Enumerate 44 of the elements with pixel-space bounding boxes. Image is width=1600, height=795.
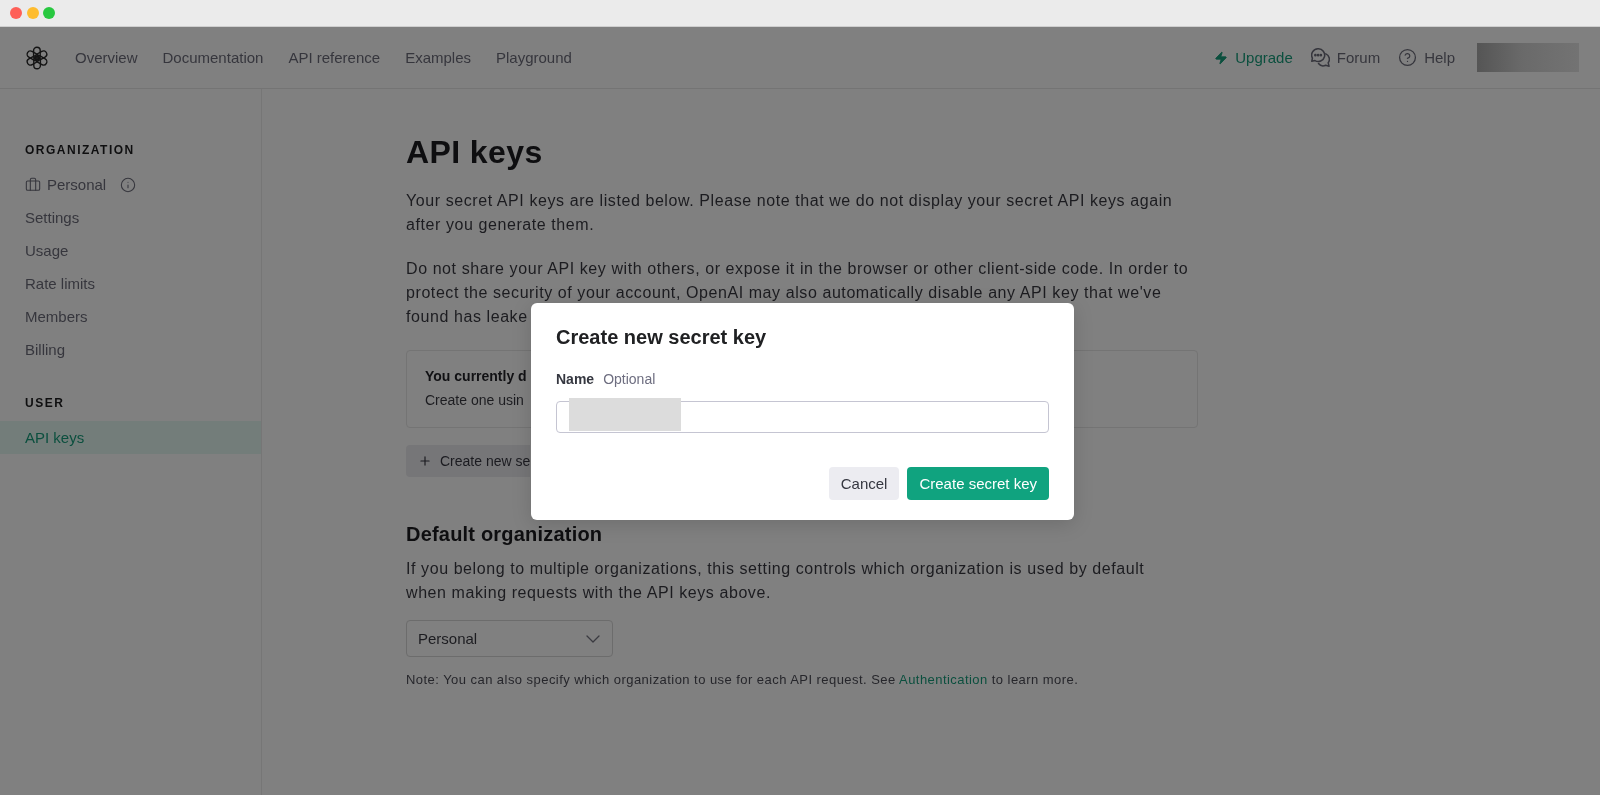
plus-icon [418,454,432,468]
info-icon[interactable] [120,176,137,193]
window-zoom-button[interactable] [43,7,55,19]
logo-icon[interactable] [25,45,49,70]
sidebar-item[interactable]: API keys [0,421,261,454]
sidebar-item[interactable]: Usage [0,234,261,267]
section-heading: ORGANIZATION [25,142,135,158]
window-close-button[interactable] [10,7,22,19]
note-text: Note: You can also specify which organization to use for each API request. See Authentication to learn more. [406,672,1079,688]
chat-bubbles-icon [1310,48,1330,67]
notice-text: Create one usin [425,391,524,410]
field-hint: Optional [603,371,656,387]
sidebar-item[interactable]: Billing [0,333,261,366]
warning-text: Do not share your API key with others, or expose it in the browser or other client-side code. In order to protect the security of your account, OpenAI may also automatically disable any API key that we've found has leake [406,259,1189,327]
chevron-icon [586,634,600,643]
nav-link[interactable]: Overview [75,49,138,66]
page-title: API keys [406,133,543,172]
sidebar-item[interactable]: Rate limits [0,267,261,300]
bolt-icon [1214,50,1229,65]
nav-link[interactable]: Playground [496,49,572,66]
default-org-text: If you belong to multiple organizations, this setting controls which organization is used by default when making requests with the API keys above. [406,559,1145,603]
create-secret-key-button[interactable]: Create secret key [907,467,1049,500]
help-link[interactable]: Help [1398,48,1455,67]
upgrade-link[interactable]: Upgrade [1214,49,1293,66]
create-key-button[interactable]: Create new se [406,445,531,477]
nav-link[interactable]: Documentation [162,49,264,66]
forum-link[interactable]: Forum [1310,48,1381,67]
section-heading: USER [25,395,65,411]
sidebar-item[interactable]: Settings [0,201,261,234]
modal-title: Create new secret key [556,325,767,349]
field-label: Name [556,371,595,387]
briefcase-icon [25,176,41,193]
default-org-heading: Default organization [406,522,603,547]
notice-title: You currently d [425,367,527,386]
window-minimize-button[interactable] [26,7,39,19]
organization-select[interactable]: Personal [406,620,613,657]
authentication-link[interactable]: Authentication [899,672,988,687]
cancel-button[interactable]: Cancel [828,467,900,500]
sidebar-item[interactable]: Members [0,300,261,333]
help-icon [1398,48,1418,67]
nav-link[interactable]: API reference [288,49,381,66]
sidebar-item[interactable]: Personal [0,168,261,201]
intro-text: Your secret API keys are listed below. Please note that we do not display your secret API keys again after you generate them. [406,191,1173,235]
nav-link[interactable]: Examples [405,49,471,66]
